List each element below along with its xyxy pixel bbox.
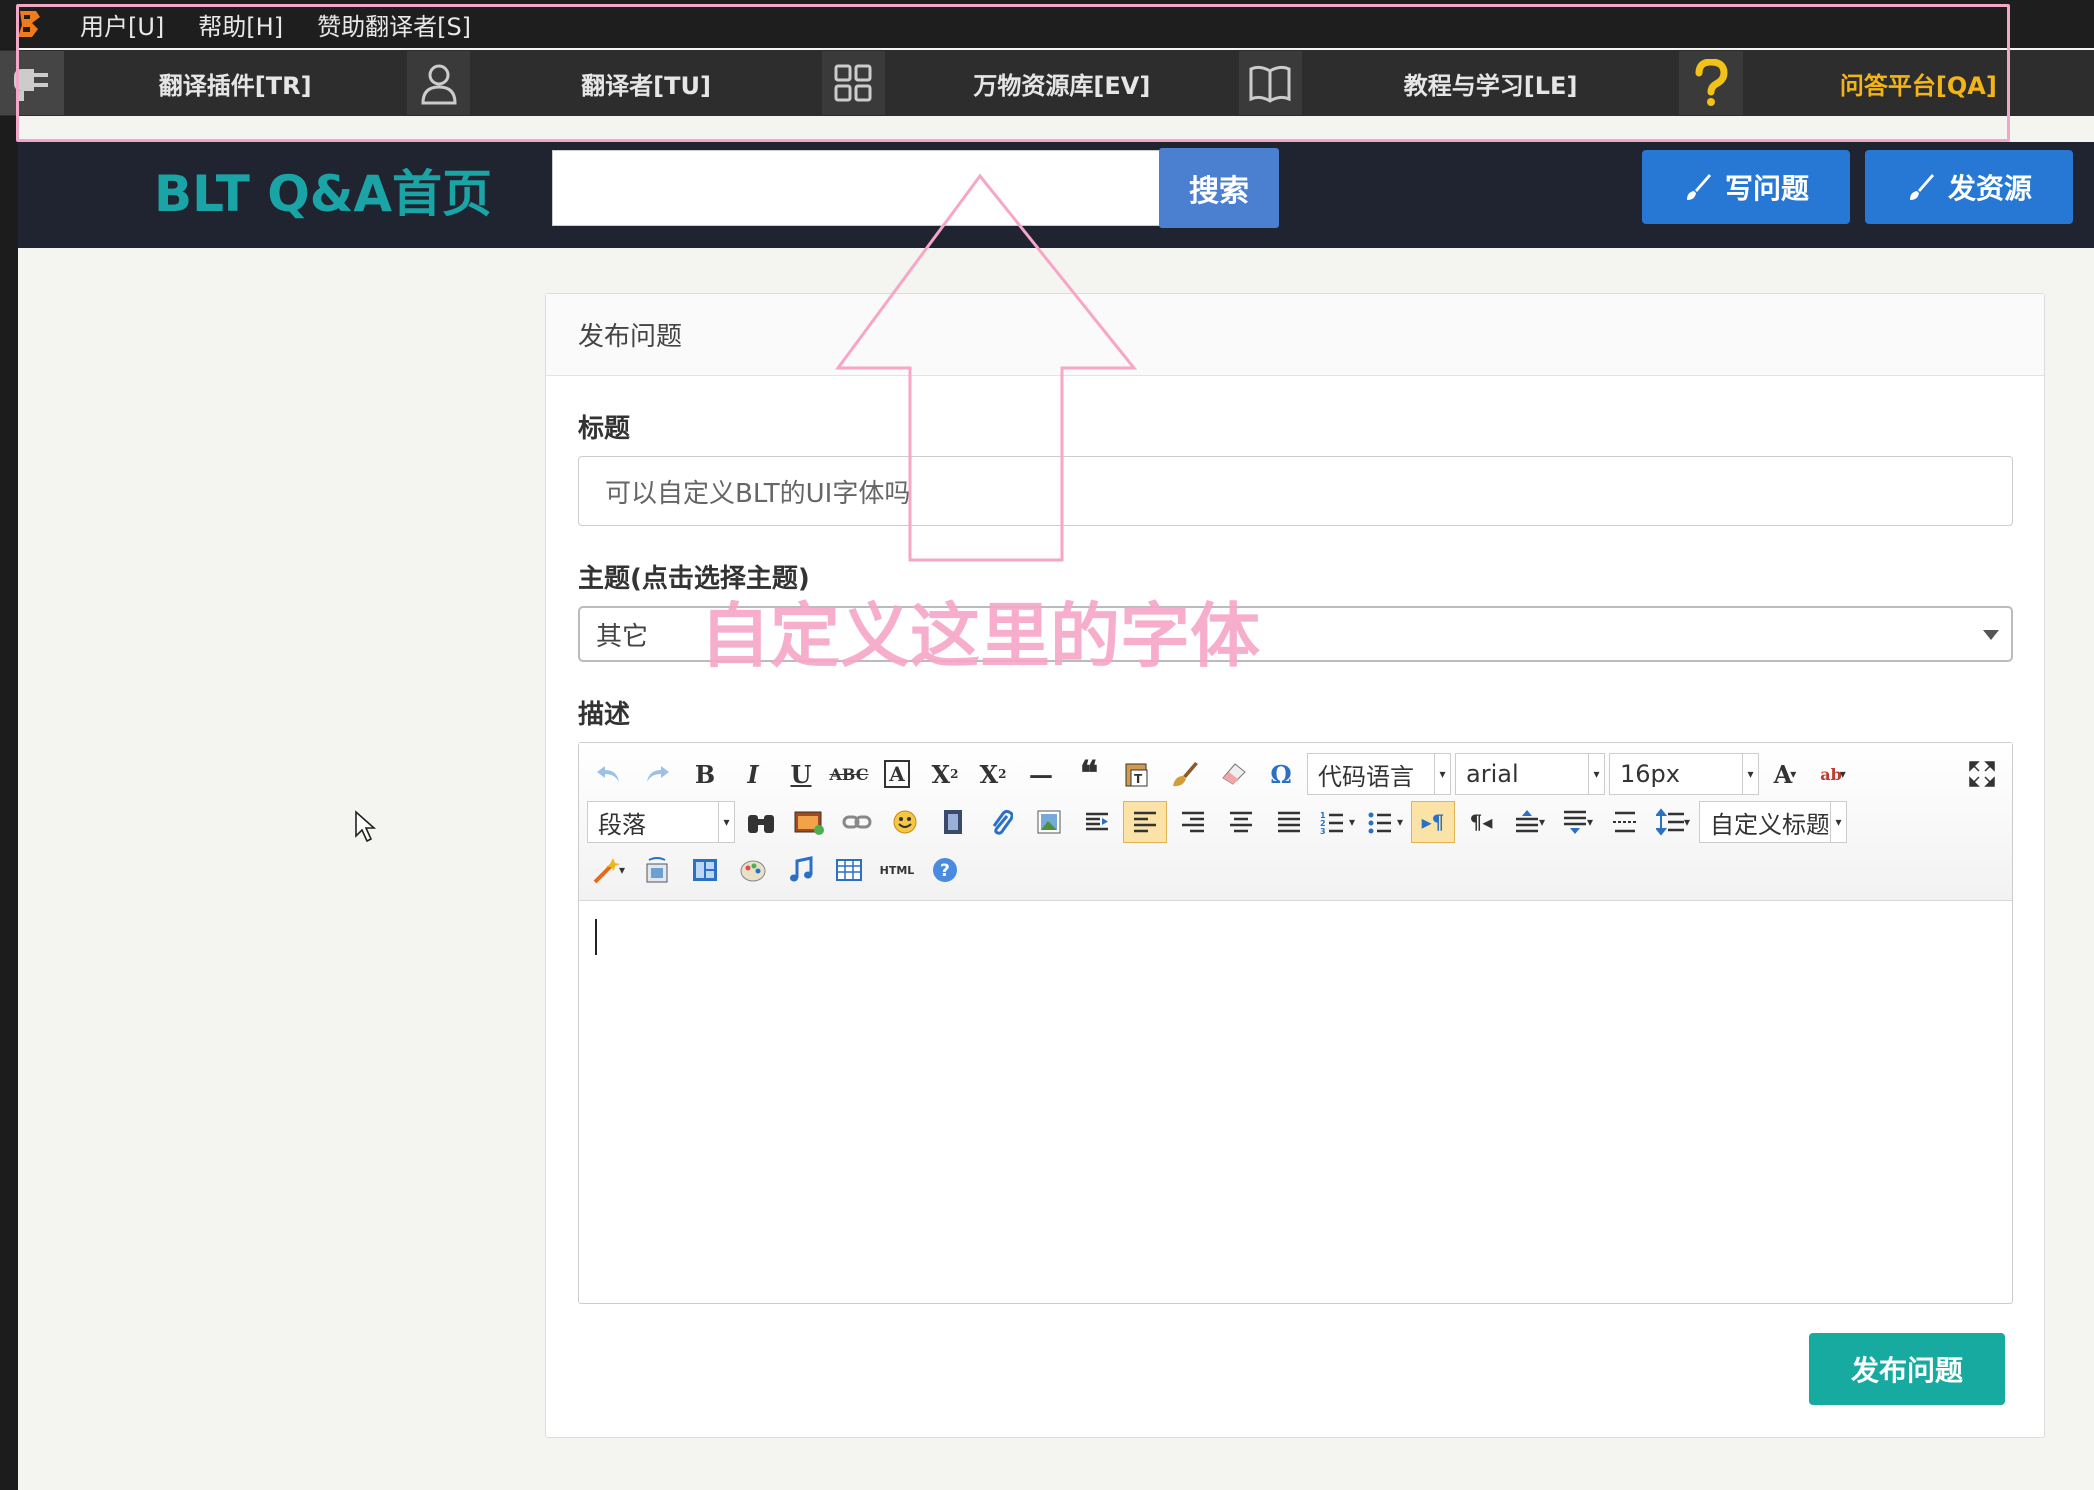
underline-icon[interactable]: U [779,753,823,795]
format-brush-icon[interactable] [1163,753,1207,795]
align-center-icon[interactable] [1219,801,1263,843]
attachment-icon[interactable] [979,801,1023,843]
align-left-icon[interactable] [1123,801,1167,843]
font-size-select[interactable]: 16px ▾ [1609,753,1759,795]
mouse-pointer-icon [355,810,377,843]
blockquote-icon[interactable]: ❝ [1067,753,1111,795]
row-spacing-top-icon[interactable]: ▾ [1507,801,1551,843]
insert-picture-icon[interactable] [1027,801,1071,843]
description-label: 描述 [578,700,631,730]
page-break-icon[interactable] [1603,801,1647,843]
font-color-icon[interactable]: A ▾ [1763,753,1807,795]
custom-title-select[interactable]: 自定义标题 ▾ [1699,801,1847,843]
background-icon[interactable] [731,849,775,891]
html-source-icon[interactable]: HTML [875,849,919,891]
editor-toolbar: B I U ABC A X2 X2 — ❝ T Ω 代码语言 ▾ arial ▾ 1… [579,743,2012,901]
title-input[interactable]: 可以自定义BLT的UI字体吗 [578,456,2013,526]
chevron-down-icon: ▾ [1434,754,1450,794]
code-language-select[interactable]: 代码语言 ▾ [1307,753,1451,795]
insert-frame-icon[interactable] [1075,801,1119,843]
search-button[interactable]: 搜索 [1159,148,1279,228]
special-char-icon[interactable]: Ω [1259,753,1303,795]
strikethrough-icon[interactable]: ABC [827,753,871,795]
annotation-arrow-icon [835,173,1138,562]
video-icon[interactable] [931,801,975,843]
magic-wand-icon[interactable]: ▾ [587,849,631,891]
help-icon[interactable]: ? [923,849,967,891]
post-resource-button[interactable]: 发资源 [1865,150,2073,224]
horizontal-rule-icon[interactable]: — [1019,753,1063,795]
svg-text:T: T [1134,772,1143,786]
link-icon[interactable] [835,801,879,843]
paragraph-select[interactable]: 段落 ▾ [587,801,735,843]
template-icon[interactable] [683,849,727,891]
brush-icon [1909,174,1934,200]
annotation-highlight-box [16,4,2010,142]
svg-text:3: 3 [1320,827,1326,835]
font-border-icon[interactable]: A [875,753,919,795]
submit-question-button[interactable]: 发布问题 [1809,1333,2005,1405]
redo-icon[interactable] [635,753,679,795]
paste-text-icon[interactable]: T [1115,753,1159,795]
topic-selected-value: 其它 [596,621,649,652]
chevron-down-icon [1983,630,1999,640]
italic-icon[interactable]: I [731,753,775,795]
undo-icon[interactable] [587,753,631,795]
rich-text-editor: B I U ABC A X2 X2 — ❝ T Ω 代码语言 ▾ arial ▾ 1… [578,742,2013,1304]
emoji-icon[interactable] [883,801,927,843]
image-icon[interactable] [787,801,831,843]
svg-text:?: ? [940,861,950,881]
highlight-color-icon[interactable]: ab ▾ [1811,753,1855,795]
font-family-select[interactable]: arial ▾ [1455,753,1605,795]
align-justify-icon[interactable] [1267,801,1311,843]
annotation-text: 自定义这里的字体 [700,595,1260,677]
unordered-list-icon[interactable]: ▾ [1363,801,1407,843]
post-resource-label: 发资源 [1947,172,2032,205]
superscript-icon[interactable]: X2 [923,753,967,795]
panel-title: 发布问题 [546,294,2044,376]
line-height-icon[interactable]: ▾ [1651,801,1695,843]
fullscreen-icon[interactable] [1960,753,2004,795]
write-question-button[interactable]: 写问题 [1642,150,1850,224]
post-question-panel: 发布问题 标题 可以自定义BLT的UI字体吗 主题(点击选择主题) 其它 描述 … [545,293,2045,1438]
chevron-down-icon: ▾ [1742,754,1758,794]
left-window-edge [0,0,18,1490]
music-icon[interactable] [779,849,823,891]
chevron-down-icon: ▾ [718,802,734,842]
ordered-list-icon[interactable]: 1 2 3 ▾ [1315,801,1359,843]
align-right-icon[interactable] [1171,801,1215,843]
ltr-direction-icon[interactable]: ▸¶ [1411,801,1455,843]
rtl-direction-icon[interactable]: ¶◂ [1459,801,1503,843]
bold-icon[interactable]: B [683,753,727,795]
find-replace-icon[interactable] [739,801,783,843]
chevron-down-icon: ▾ [1830,802,1846,842]
table-icon[interactable] [827,849,871,891]
brush-icon [1686,174,1711,200]
text-caret [595,919,597,955]
chevron-down-icon: ▾ [1588,754,1604,794]
write-question-label: 写问题 [1724,172,1809,205]
page-title[interactable]: BLT Q&A首页 [154,154,492,226]
eraser-icon[interactable] [1211,753,1255,795]
subscript-icon[interactable]: X2 [971,753,1015,795]
map-icon[interactable] [635,849,679,891]
title-label: 标题 [578,414,631,444]
row-spacing-bottom-icon[interactable]: ▾ [1555,801,1599,843]
editor-content-area[interactable] [579,901,2012,1303]
